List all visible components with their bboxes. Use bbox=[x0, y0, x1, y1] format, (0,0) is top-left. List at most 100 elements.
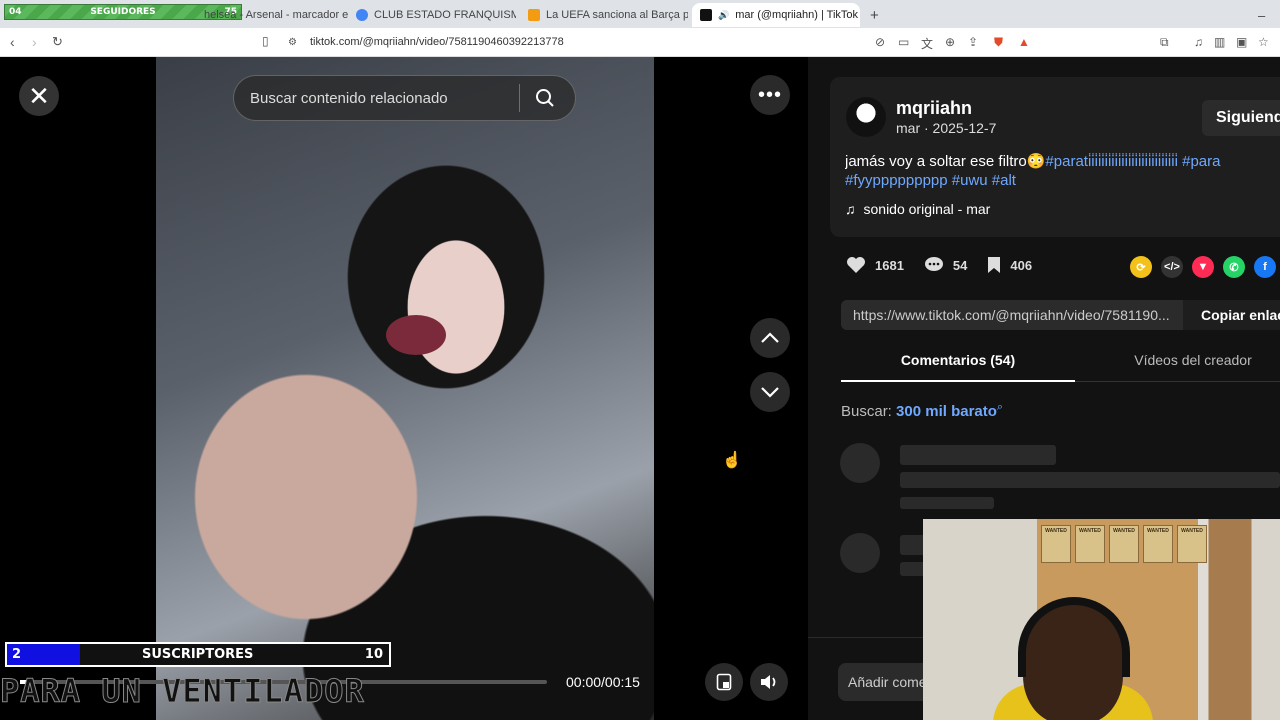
subs-label: SUSCRIPTORES bbox=[142, 647, 254, 662]
search-icon[interactable] bbox=[520, 88, 570, 108]
tab-arsenal[interactable]: helsea - Arsenal - marcador en viv bbox=[196, 3, 348, 27]
like-count: 1681 bbox=[875, 257, 904, 273]
loading-avatar-placeholder bbox=[840, 443, 880, 483]
following-button[interactable]: Siguiendo bbox=[1202, 100, 1280, 136]
next-video-button[interactable] bbox=[750, 372, 790, 412]
related-query: 300 mil barato bbox=[896, 403, 997, 420]
save-count: 406 bbox=[1010, 257, 1033, 273]
tab-title: mar (@mqriiahn) | TikTok bbox=[735, 9, 859, 21]
back-icon[interactable]: ‹ bbox=[10, 34, 15, 50]
share-buttons: ⟳ </> ▼ ✆ f bbox=[1130, 256, 1276, 278]
sidebar-icon[interactable]: ▥ bbox=[1214, 35, 1225, 49]
site-info-icon[interactable]: ⚙ bbox=[288, 37, 297, 48]
subs-progress-fill: 2 bbox=[7, 644, 80, 665]
forward-icon[interactable]: › bbox=[32, 34, 37, 50]
zoom-icon[interactable]: ⊕ bbox=[945, 35, 955, 49]
subs-label-area: SUSCRIPTORES 10 bbox=[80, 644, 389, 665]
tab-club-estado[interactable]: CLUB ESTADO FRANQUISMO - Busca bbox=[348, 3, 516, 27]
hashtag-line[interactable]: #fyyppppppppp #uwu #alt bbox=[845, 172, 1016, 189]
minimize-icon[interactable]: – bbox=[1250, 3, 1274, 27]
comment-icon bbox=[924, 257, 943, 271]
loading-avatar-placeholder bbox=[840, 533, 880, 573]
related-search-input[interactable] bbox=[234, 89, 519, 107]
stream-ticker-text: PARA UN VENTILADOR bbox=[0, 672, 365, 711]
tab-strip: 04 SEGUIDORES 75 helsea - Arsenal - marc… bbox=[0, 0, 1280, 28]
related-search-suggestion[interactable]: Buscar: 300 mil barato⌕ bbox=[841, 401, 1003, 420]
chevron-up-icon bbox=[761, 332, 779, 343]
screen-icon[interactable]: ▭ bbox=[898, 35, 909, 49]
ellipsis-icon: ••• bbox=[757, 83, 782, 106]
more-options-button[interactable]: ••• bbox=[750, 75, 790, 115]
pip-icon bbox=[716, 673, 732, 691]
sound-link[interactable]: ♫ sonido original - mar bbox=[845, 201, 990, 217]
hashtag-link[interactable]: #para bbox=[1182, 153, 1220, 170]
video-player[interactable] bbox=[156, 57, 654, 720]
address-bar: ‹ › ↻ ▯ ⚙ tiktok.com/@mqriiahn/video/758… bbox=[0, 28, 1280, 57]
post-description: jamás voy a soltar ese filtro😳#parati̇i̇… bbox=[845, 151, 1280, 172]
video-link-field[interactable]: https://www.tiktok.com/@mqriiahn/video/7… bbox=[841, 300, 1183, 330]
new-tab-button[interactable]: + bbox=[862, 3, 886, 27]
share-page-icon[interactable]: ⇪ bbox=[968, 35, 978, 49]
video-area: ✕ ••• 00:00/00:15 ☝ 2 SU bbox=[0, 57, 808, 720]
close-video-button[interactable]: ✕ bbox=[19, 76, 59, 116]
tab-tiktok[interactable]: 🔊 mar (@mqriiahn) | TikTok × bbox=[692, 3, 860, 27]
bookmark-icon bbox=[988, 257, 1001, 273]
comment-button[interactable]: 54 bbox=[924, 256, 967, 274]
video-time: 00:00/00:15 bbox=[566, 674, 640, 690]
description-text: jamás voy a soltar ese filtro😳 bbox=[845, 153, 1046, 170]
repost-icon[interactable]: ⟳ bbox=[1130, 256, 1152, 278]
copy-link-row: https://www.tiktok.com/@mqriiahn/video/7… bbox=[841, 300, 1280, 330]
close-icon: ✕ bbox=[28, 80, 50, 111]
engagement-stats: 1681 54 406 bbox=[846, 256, 1032, 274]
webcam-overlay: WANTED WANTED WANTED WANTED WANTED bbox=[923, 519, 1280, 720]
tab-uefa[interactable]: La UEFA sanciona al Barça por los sin bbox=[520, 3, 688, 27]
headset bbox=[1018, 597, 1130, 677]
wanted-poster: WANTED bbox=[1075, 525, 1105, 563]
loading-line-placeholder bbox=[900, 445, 1056, 465]
url-field[interactable]: tiktok.com/@mqriiahn/video/7581190460392… bbox=[310, 36, 564, 48]
like-button[interactable]: 1681 bbox=[846, 256, 904, 274]
wallet-icon[interactable]: ▣ bbox=[1236, 35, 1247, 49]
extensions-icon[interactable]: ⧉ bbox=[1160, 35, 1169, 50]
tab-title: helsea - Arsenal - marcador en viv bbox=[204, 9, 348, 21]
tab-title: La UEFA sanciona al Barça por los sin bbox=[546, 9, 688, 21]
tab-comments[interactable]: Comentarios (54) bbox=[841, 342, 1075, 382]
overlay-bar-label: SEGUIDORES bbox=[90, 7, 156, 17]
username[interactable]: mqriiahn bbox=[896, 98, 972, 119]
video-frame-detail bbox=[386, 315, 446, 355]
bookmark-icon[interactable]: ▯ bbox=[262, 34, 269, 48]
volume-icon bbox=[761, 675, 776, 689]
embed-icon[interactable]: </> bbox=[1161, 256, 1183, 278]
rewards-icon[interactable]: ▲ bbox=[1018, 35, 1030, 49]
no-tracking-icon[interactable]: ⊘ bbox=[875, 35, 885, 49]
avatar[interactable] bbox=[846, 97, 886, 137]
music-icon[interactable]: ♫ bbox=[1194, 35, 1203, 49]
mouse-cursor-icon: ☝ bbox=[722, 452, 742, 469]
sound-name: sonido original - mar bbox=[863, 201, 991, 217]
reload-icon[interactable]: ↻ bbox=[52, 34, 63, 50]
volume-button[interactable] bbox=[750, 663, 788, 701]
overlay-bar-left: 04 bbox=[9, 7, 22, 17]
tab-creator-videos[interactable]: Vídeos del creador bbox=[1075, 342, 1280, 382]
subscribers-goal-overlay: 2 SUSCRIPTORES 10 bbox=[5, 642, 391, 667]
previous-video-button[interactable] bbox=[750, 318, 790, 358]
loading-line-placeholder bbox=[900, 472, 1280, 488]
translate-icon[interactable]: 文 bbox=[921, 35, 933, 52]
tiktok-page: ✕ ••• 00:00/00:15 ☝ 2 SU bbox=[0, 57, 1280, 720]
heart-icon bbox=[847, 257, 865, 273]
music-note-icon: ♫ bbox=[845, 201, 856, 217]
hashtag-link[interactable]: #parati̇i̇i̇i̇i̇i̇i̇i̇i̇i̇i̇i̇i̇i̇i̇i̇i̇… bbox=[1045, 153, 1178, 170]
comment-count: 54 bbox=[952, 257, 968, 273]
floating-player-button[interactable] bbox=[705, 663, 743, 701]
copy-link-button[interactable]: Copiar enlace bbox=[1183, 307, 1280, 323]
search-small-icon: ⌕ bbox=[996, 401, 1004, 413]
speaker-icon: 🔊 bbox=[718, 9, 730, 20]
facebook-icon[interactable]: f bbox=[1254, 256, 1276, 278]
brave-shield-icon[interactable]: ⛊ bbox=[994, 35, 1003, 50]
save-button[interactable]: 406 bbox=[987, 256, 1032, 274]
send-icon[interactable]: ▼ bbox=[1192, 256, 1214, 278]
news-site-icon bbox=[528, 9, 540, 21]
whatsapp-icon[interactable]: ✆ bbox=[1223, 256, 1245, 278]
wanted-poster: WANTED bbox=[1041, 525, 1071, 563]
menu-icon[interactable]: ☆ bbox=[1258, 35, 1269, 49]
